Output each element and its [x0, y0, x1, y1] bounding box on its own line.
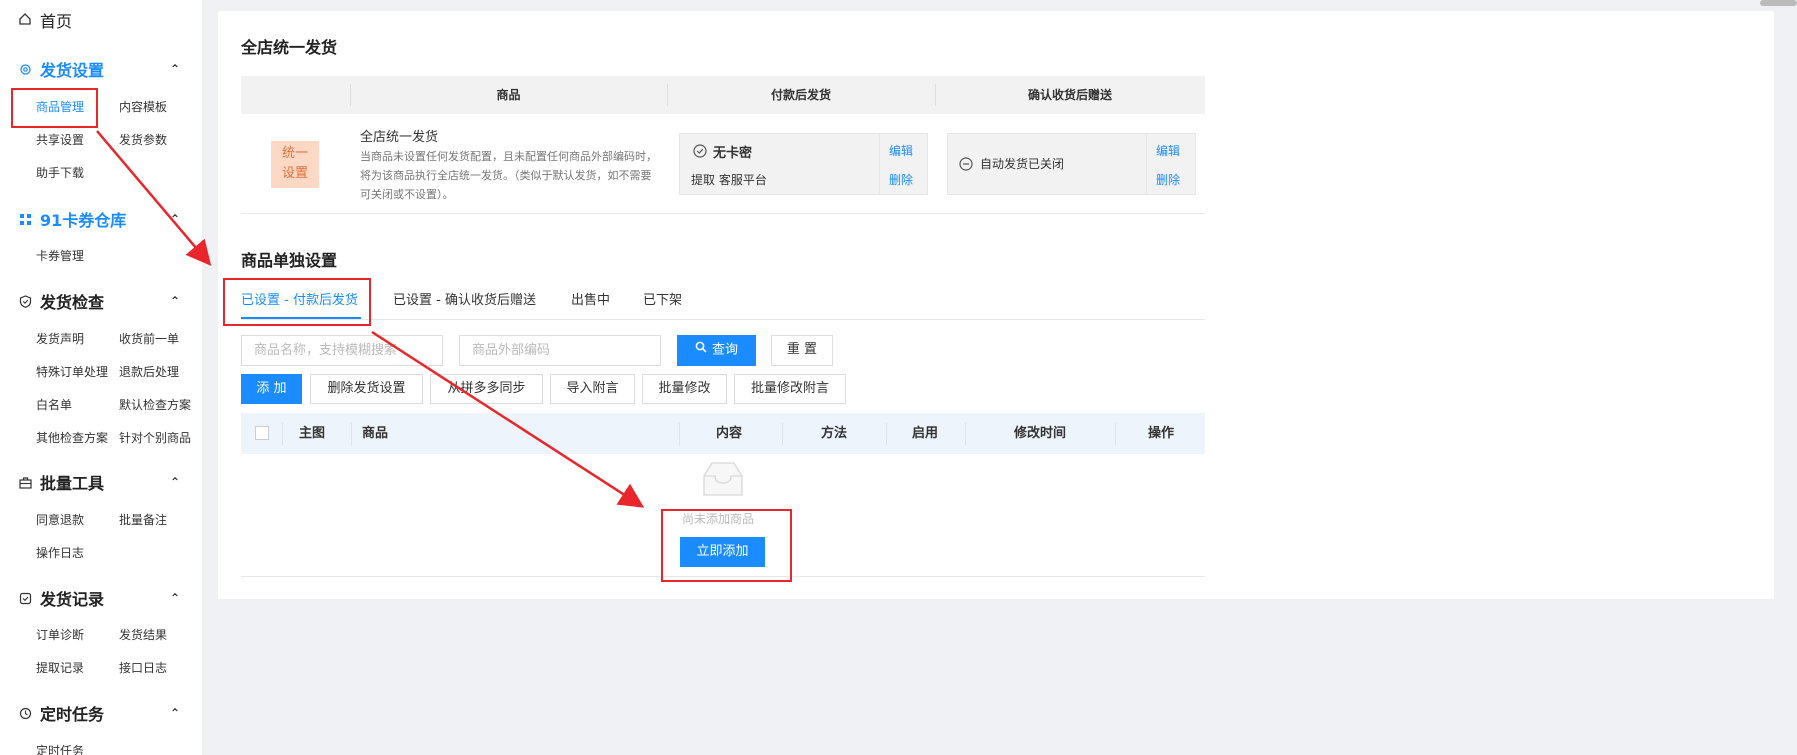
- arrow-to-add: [371, 330, 645, 508]
- annotation-arrows: [96, 130, 645, 508]
- arrow-to-tab: [96, 130, 212, 266]
